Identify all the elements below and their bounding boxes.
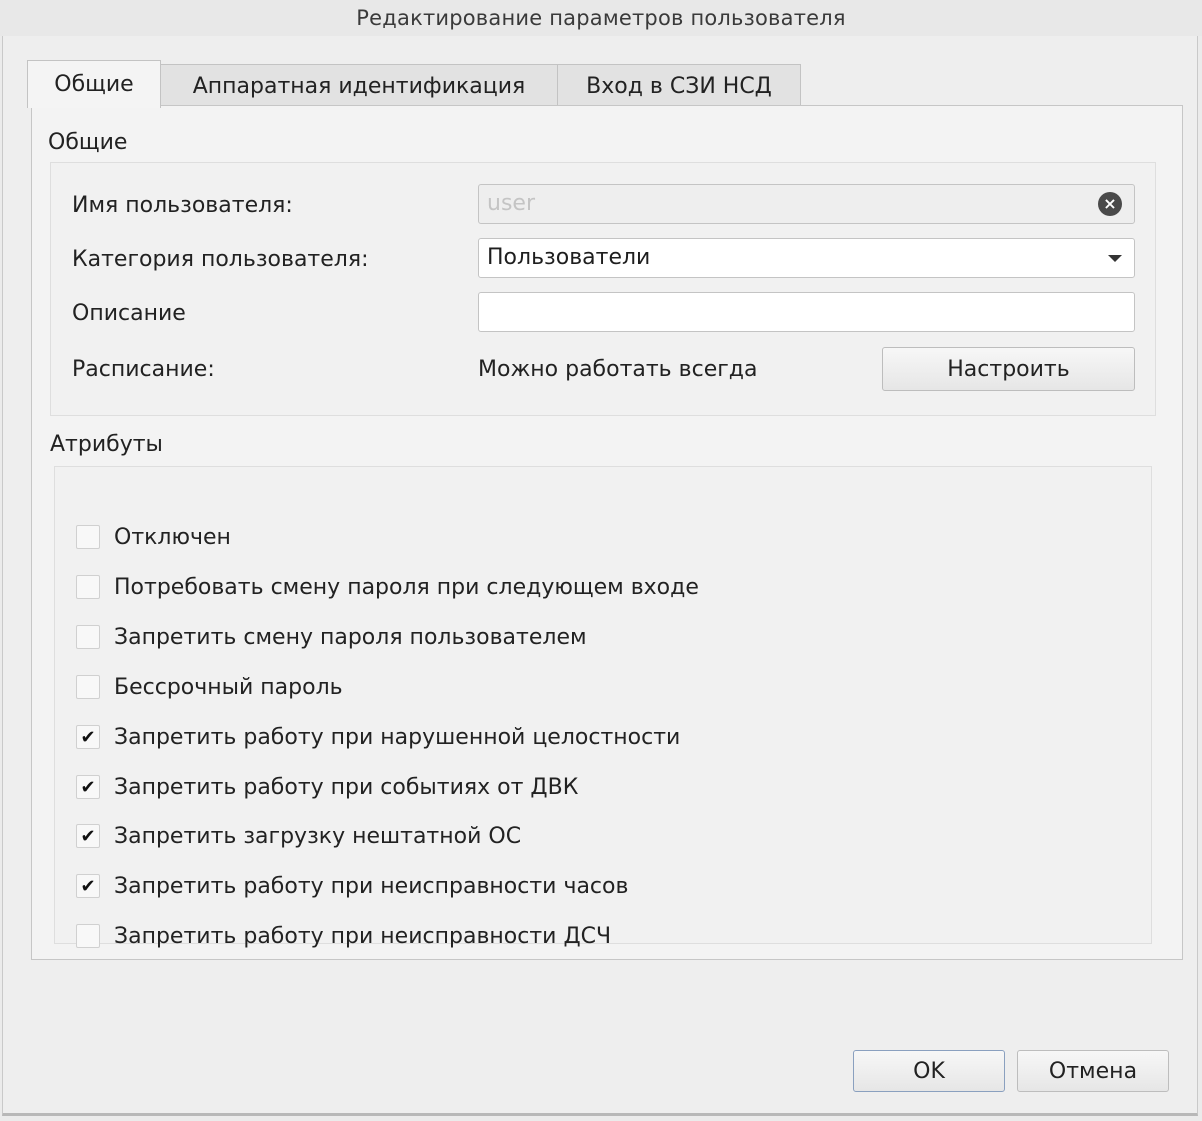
ok-button-label: OK — [913, 1058, 945, 1084]
dialog-window: Общие Аппаратная идентификация Вход в СЗ… — [2, 36, 1198, 1116]
checkbox-row-disabled[interactable]: Отключен — [76, 522, 231, 552]
checkmark-icon: ✔ — [80, 875, 96, 897]
checkmark-icon: ✔ — [80, 776, 96, 798]
checkbox-row-nonstandard-os[interactable]: ✔ Запретить загрузку нештатной ОС — [76, 821, 521, 851]
tab-login-szi-nsd-label: Вход в СЗИ НСД — [586, 74, 772, 99]
checkbox-label: Потребовать смену пароля при следующем в… — [114, 574, 699, 600]
tab-general[interactable]: Общие — [27, 60, 161, 108]
schedule-value: Можно работать всегда — [478, 357, 758, 382]
cancel-button-label: Отмена — [1048, 1058, 1138, 1084]
checkbox-row-dvk-events[interactable]: ✔ Запретить работу при событиях от ДВК — [76, 772, 578, 802]
configure-schedule-button-label: Настроить — [947, 356, 1070, 382]
tab-general-label: Общие — [54, 72, 134, 97]
checkbox-row-rng-fault[interactable]: Запретить работу при неисправности ДСЧ — [76, 921, 611, 951]
checkbox-row-clock-fault[interactable]: ✔ Запретить работу при неисправности час… — [76, 871, 628, 901]
checkbox-row-integrity[interactable]: ✔ Запретить работу при нарушенной целост… — [76, 722, 680, 752]
checkbox-row-unlimited-password[interactable]: Бессрочный пароль — [76, 672, 343, 702]
checkbox[interactable] — [76, 525, 100, 549]
ok-button[interactable]: OK — [853, 1050, 1005, 1092]
general-group-box: Имя пользователя: user × Категория польз… — [50, 162, 1156, 416]
schedule-label: Расписание: — [72, 357, 215, 382]
checkbox-label: Запретить смену пароля пользователем — [114, 624, 587, 650]
description-field[interactable] — [478, 292, 1135, 332]
category-value: Пользователи — [487, 245, 651, 270]
tab-bar: Общие Аппаратная идентификация Вход в СЗ… — [27, 60, 801, 108]
checkbox-label: Отключен — [114, 524, 231, 550]
checkbox[interactable]: ✔ — [76, 725, 100, 749]
checkbox-label: Запретить работу при неисправности ДСЧ — [114, 923, 612, 949]
general-group-title: Общие — [48, 130, 128, 155]
attributes-group-title: Атрибуты — [50, 432, 163, 457]
checkbox[interactable] — [76, 575, 100, 599]
username-label: Имя пользователя: — [72, 193, 293, 218]
checkbox[interactable]: ✔ — [76, 824, 100, 848]
window-titlebar: Редактирование параметров пользователя — [0, 0, 1202, 36]
tab-login-szi-nsd[interactable]: Вход в СЗИ НСД — [557, 64, 801, 108]
checkbox-row-require-password-change[interactable]: Потребовать смену пароля при следующем в… — [76, 572, 699, 602]
window-title: Редактирование параметров пользователя — [356, 6, 846, 30]
username-value: user — [487, 191, 535, 216]
checkbox-label: Бессрочный пароль — [114, 674, 343, 700]
tab-panel-general: Общие Имя пользователя: user × Категория… — [31, 105, 1183, 960]
cancel-button[interactable]: Отмена — [1017, 1050, 1169, 1092]
category-label: Категория пользователя: — [72, 247, 369, 272]
checkbox-label: Запретить загрузку нештатной ОС — [114, 823, 522, 849]
checkmark-icon: ✔ — [80, 726, 96, 748]
chevron-down-icon — [1108, 255, 1122, 262]
checkbox[interactable]: ✔ — [76, 775, 100, 799]
checkbox[interactable] — [76, 625, 100, 649]
checkbox[interactable]: ✔ — [76, 874, 100, 898]
description-label: Описание — [72, 301, 186, 326]
clear-icon[interactable]: × — [1098, 192, 1122, 216]
checkbox[interactable] — [76, 675, 100, 699]
checkbox-label: Запретить работу при событиях от ДВК — [114, 774, 579, 800]
configure-schedule-button[interactable]: Настроить — [882, 347, 1135, 391]
tab-hardware-identification-label: Аппаратная идентификация — [192, 74, 526, 99]
checkbox[interactable] — [76, 924, 100, 948]
checkbox-row-forbid-password-change[interactable]: Запретить смену пароля пользователем — [76, 622, 587, 652]
username-field[interactable]: user × — [478, 184, 1135, 224]
category-select[interactable]: Пользователи — [478, 238, 1135, 278]
checkbox-label: Запретить работу при неисправности часов — [114, 873, 629, 899]
checkbox-label: Запретить работу при нарушенной целостно… — [114, 724, 681, 750]
checkmark-icon: ✔ — [80, 825, 96, 847]
tab-hardware-identification[interactable]: Аппаратная идентификация — [160, 64, 558, 108]
